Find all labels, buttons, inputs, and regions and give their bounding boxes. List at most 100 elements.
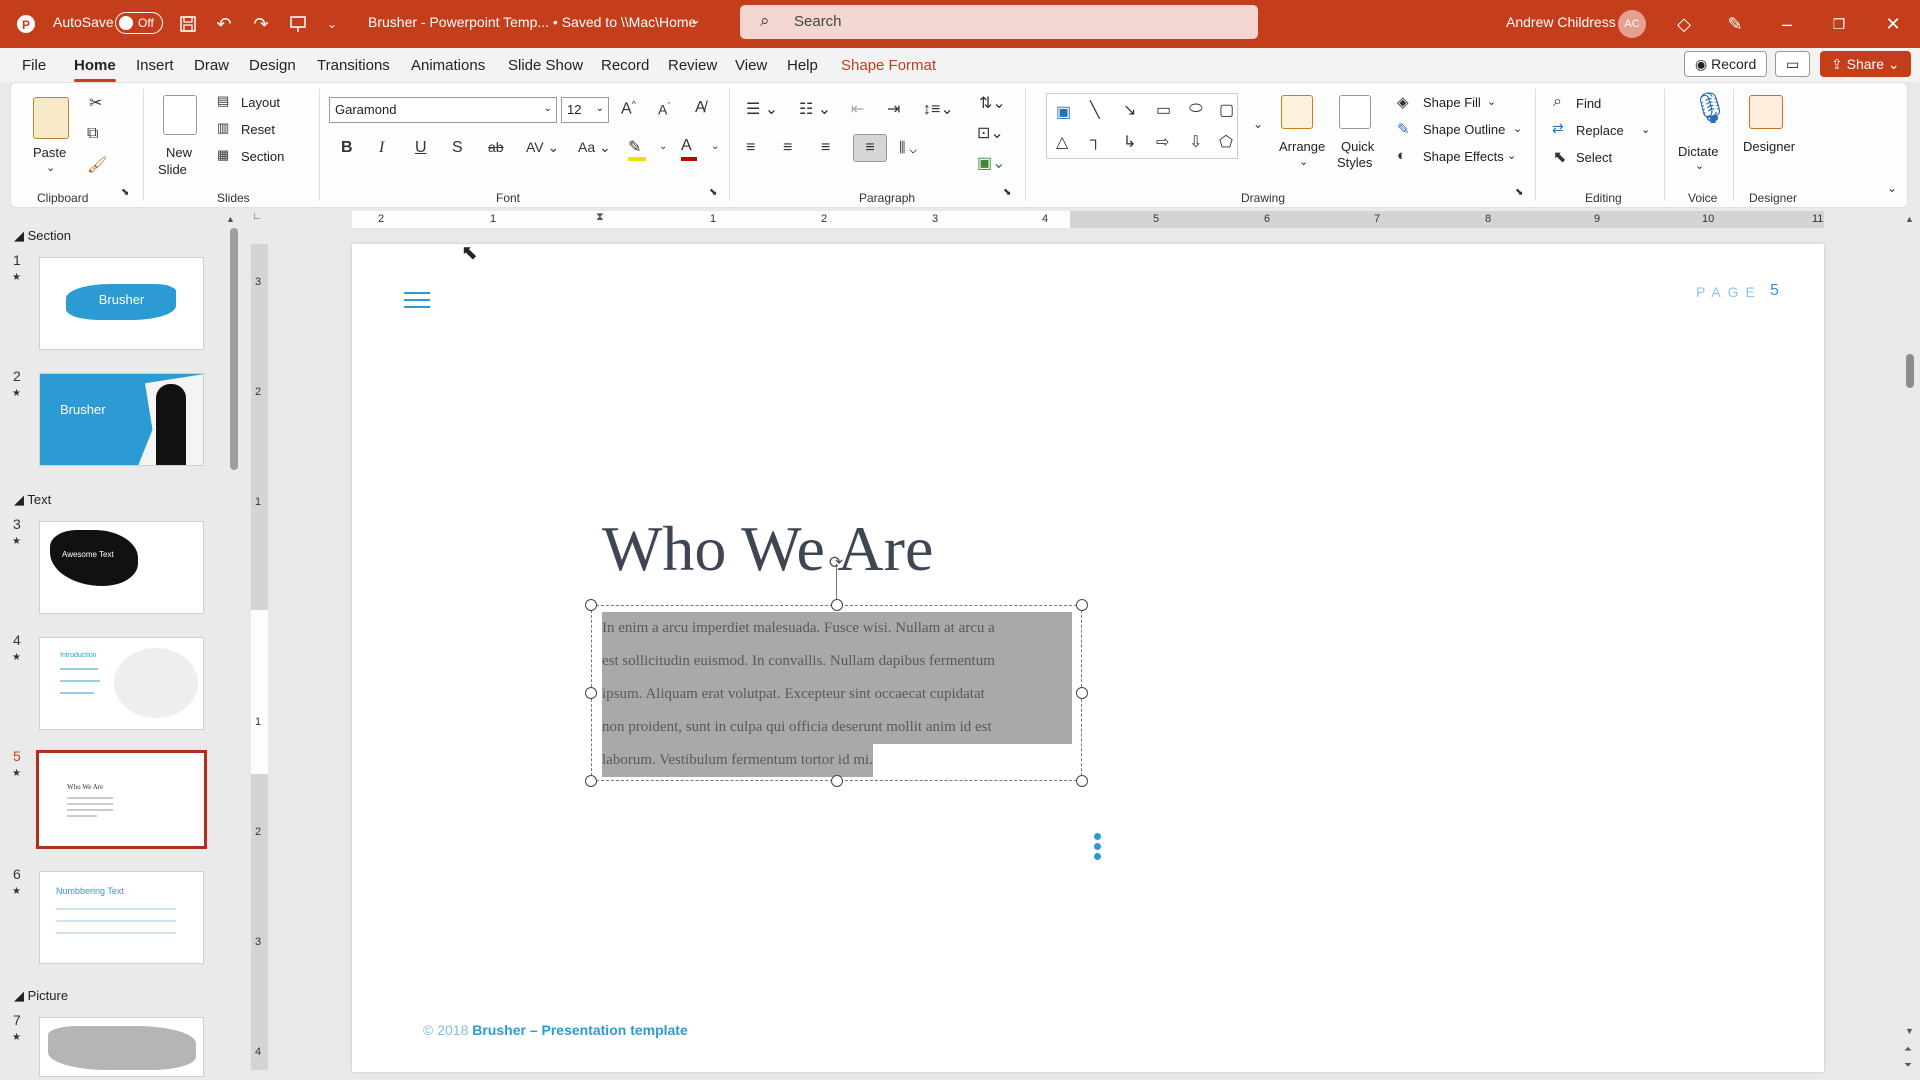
shape-fill-button[interactable]: Shape Fill [1423,95,1481,110]
collapse-ribbon-icon[interactable]: ⌄ [1887,181,1897,195]
scroll-up-icon[interactable]: ▲ [1905,214,1914,224]
resize-handle[interactable] [1076,687,1088,699]
freeform-icon[interactable]: ⬠ [1219,132,1233,152]
justify-icon[interactable]: ≡ [853,134,887,162]
indent-marker-icon[interactable]: ⧗ [596,211,604,224]
decrease-indent-icon[interactable]: ⇤ [851,99,864,119]
slide-scrollbar[interactable]: ▲ ▼ ⏶ ⏷ [1900,214,1920,1080]
slide-thumbnail-selected[interactable]: Who We Are [36,750,207,849]
text-box-icon[interactable]: ▣ [1056,102,1071,122]
rectangle-icon[interactable]: ▭ [1156,100,1171,120]
microphone-icon[interactable]: 🎙 [1691,91,1729,126]
tab-record[interactable]: Record [601,57,649,74]
align-center-icon[interactable]: ≡ [783,139,792,157]
chevron-down-icon[interactable]: ⌄ [1299,155,1308,168]
paste-icon[interactable] [33,97,69,139]
change-case-icon[interactable]: Aa ⌄ [578,139,611,156]
scrollbar-thumb[interactable] [1906,354,1914,388]
new-slide-label-1[interactable]: New [166,145,192,160]
right-arrow-icon[interactable]: ⇨ [1156,132,1169,152]
arrange-button[interactable]: Arrange [1279,139,1325,154]
chevron-down-icon[interactable]: ⌄ [46,161,55,174]
slide-thumbnail[interactable] [39,1017,204,1077]
customize-toolbar-icon[interactable]: ⌄ [318,10,346,38]
previous-slide-icon[interactable]: ⏶ [1904,1044,1912,1055]
restore-icon[interactable]: ❐ [1825,10,1853,38]
bullets-icon[interactable]: ☰ ⌄ [746,99,778,119]
autosave-toggle[interactable]: Off [115,12,163,34]
character-spacing-icon[interactable]: AV ⌄ [526,139,559,156]
arrange-icon[interactable] [1281,95,1313,129]
font-size-select[interactable]: 12 ⌄ [561,97,609,123]
numbering-icon[interactable]: ☷ ⌄ [799,99,831,119]
shape-fill-icon[interactable]: ◈ [1397,93,1409,111]
dialog-launcher-icon[interactable]: ⬊ [709,187,717,198]
resize-handle[interactable] [1076,775,1088,787]
text-shadow-icon[interactable]: S [452,139,463,157]
section-icon[interactable]: ▦ [217,147,229,163]
scroll-down-icon[interactable]: ▼ [1905,1026,1914,1036]
font-color-icon[interactable]: A [681,137,697,161]
tab-insert[interactable]: Insert [136,57,174,74]
quick-styles-label-1[interactable]: Quick [1341,139,1374,154]
tab-animations[interactable]: Animations [411,57,485,74]
chevron-down-icon[interactable]: ⌄ [1507,149,1516,162]
chevron-down-icon[interactable]: ⌄ [1487,95,1496,108]
quick-styles-icon[interactable] [1339,95,1371,129]
select-cursor-icon[interactable]: ⬉ [1553,147,1566,167]
section-header[interactable]: ◢ Text [14,492,51,508]
down-arrow-icon[interactable]: ⇩ [1189,132,1202,152]
shape-outline-icon[interactable]: ✎ [1397,120,1410,138]
increase-indent-icon[interactable]: ⇥ [887,99,900,119]
tab-design[interactable]: Design [249,57,296,74]
share-button[interactable]: ⇪ Share ⌄ [1820,51,1911,77]
tab-transitions[interactable]: Transitions [317,57,390,74]
close-icon[interactable]: ✕ [1879,10,1907,38]
smartart-icon[interactable]: ▣⌄ [977,153,1006,173]
chevron-down-icon[interactable]: ⌄ [1641,123,1650,136]
underline-icon[interactable]: U [415,139,427,157]
document-title[interactable]: Brusher - Powerpoint Temp... • Saved to … [368,14,696,30]
body-text[interactable]: In enim a arcu imperdiet malesuada. Fusc… [602,612,1072,777]
hamburger-menu-icon[interactable] [404,292,430,308]
replace-icon[interactable]: ⇄ [1552,120,1564,137]
pen-icon[interactable]: ✎ [1721,10,1749,38]
elbow-connector-icon[interactable]: ┐ [1090,132,1101,150]
align-left-icon[interactable]: ≡ [746,139,755,157]
section-header[interactable]: ◢ Section [14,228,71,244]
line-icon[interactable]: ╲ [1090,100,1100,120]
resize-handle[interactable] [585,687,597,699]
save-icon[interactable] [174,10,202,38]
slide-thumbnail[interactable]: Introduction [39,637,204,730]
avatar[interactable]: AC [1618,10,1646,38]
layout-button[interactable]: Layout [241,95,280,110]
dictate-button[interactable]: Dictate [1678,144,1718,159]
tab-view[interactable]: View [735,57,767,74]
horizontal-ruler[interactable]: 2 1 1 2 3 4 5 6 7 8 9 10 11 ⧗ [352,211,1824,228]
slide-thumbnail[interactable]: Numbbering Text [39,871,204,964]
format-painter-icon[interactable]: 🖌 [87,155,107,175]
designer-icon[interactable] [1749,95,1783,129]
columns-icon[interactable]: ⫼ ⌄ [899,139,917,156]
designer-button[interactable]: Designer [1743,139,1795,154]
triangle-icon[interactable]: △ [1056,132,1068,152]
rounded-rectangle-icon[interactable]: ▢ [1219,100,1234,120]
tab-help[interactable]: Help [787,57,818,74]
tab-home[interactable]: Home [74,57,116,82]
text-box-selected[interactable]: In enim a arcu imperdiet malesuada. Fusc… [591,605,1082,781]
dialog-launcher-icon[interactable]: ⬊ [1003,187,1011,198]
chevron-down-icon[interactable]: ⌄ [1695,159,1704,172]
record-button[interactable]: ◉ Record [1684,51,1768,77]
minimize-icon[interactable]: – [1773,10,1801,38]
section-button[interactable]: Section [241,149,284,164]
shapes-gallery[interactable]: ▣ ╲ ↘ ▭ ⬭ ▢ △ ┐ ↳ ⇨ ⇩ ⬠ [1046,93,1238,159]
replace-button[interactable]: Replace [1576,123,1624,138]
select-button[interactable]: Select [1576,150,1612,165]
strikethrough-icon[interactable]: ab [488,139,504,155]
reset-button[interactable]: Reset [241,122,275,137]
resize-handle[interactable] [831,599,843,611]
next-slide-icon[interactable]: ⏷ [1904,1060,1912,1071]
bold-icon[interactable]: B [341,139,353,157]
chevron-down-icon[interactable]: ⌄ [690,12,701,28]
dialog-launcher-icon[interactable]: ⬊ [121,187,129,198]
